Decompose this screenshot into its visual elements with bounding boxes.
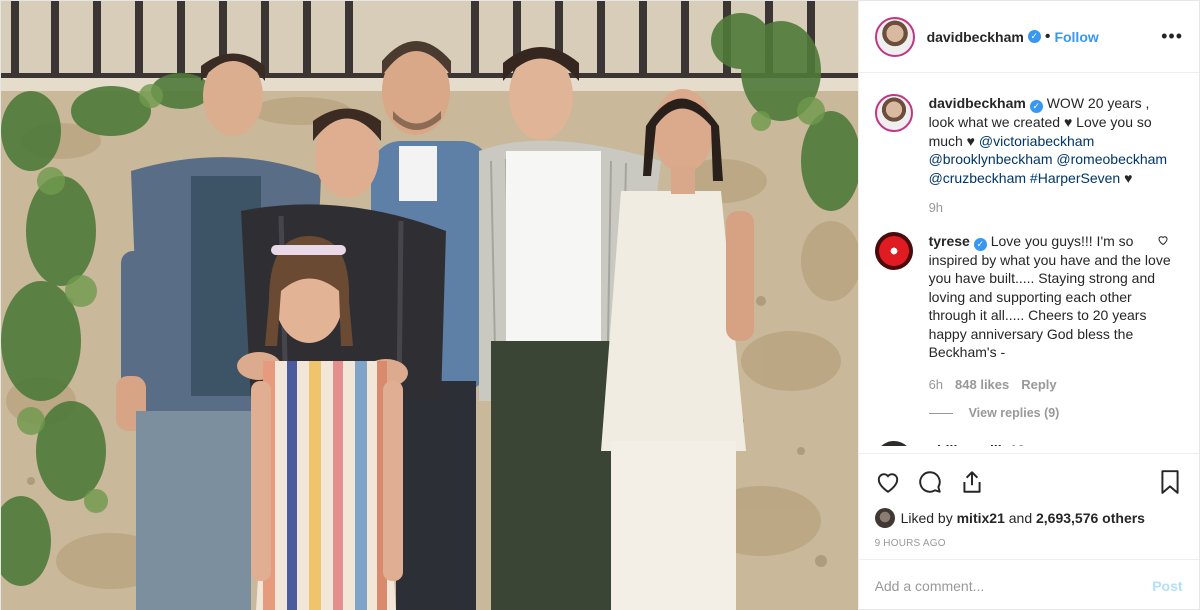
comment-likes[interactable]: 848 likes xyxy=(955,376,1009,395)
instagram-post: davidbeckham ✓ • Follow ••• davidbeckham… xyxy=(0,0,1200,610)
view-replies-label[interactable]: View replies (9) xyxy=(969,404,1060,423)
more-options-icon[interactable]: ••• xyxy=(1161,26,1183,47)
liked-by-prefix: Liked by xyxy=(900,510,953,526)
post-header: davidbeckham ✓ • Follow ••• xyxy=(858,1,1199,73)
caption-time[interactable]: 9h xyxy=(929,199,943,218)
replies-divider xyxy=(928,412,953,414)
post-comment-button[interactable]: Post xyxy=(1152,578,1182,594)
comment-item: tyrese ✓ Love you guys!!! I'm so inspired… xyxy=(874,218,1183,423)
liker-avatar[interactable] xyxy=(874,508,895,528)
mention-link[interactable]: @brooklynbeckham xyxy=(929,151,1053,167)
caption-username[interactable]: davidbeckham xyxy=(929,95,1026,111)
verified-badge-icon: ✓ xyxy=(973,237,987,251)
post-timestamp[interactable]: 9 HOURS AGO xyxy=(875,538,1183,549)
comment-text: Love you guys!!! I'm so inspired by what… xyxy=(928,232,1171,361)
add-comment-bar: Post xyxy=(858,559,1199,610)
share-icon[interactable] xyxy=(959,469,985,495)
header-username[interactable]: davidbeckham xyxy=(927,29,1024,45)
action-icons xyxy=(875,462,1183,502)
comment-time[interactable]: 6h xyxy=(929,376,943,395)
comment-avatar[interactable] xyxy=(874,440,913,446)
hashtag-link[interactable]: #HarperSeven xyxy=(1030,170,1120,186)
separator-dot: • xyxy=(1044,27,1051,45)
comment-username[interactable]: tyrese xyxy=(929,233,970,249)
mention-link[interactable]: @victoriabeckham xyxy=(979,133,1094,149)
comment-item: philippeville18✓ ❤❤ xyxy=(874,423,1183,447)
follow-button[interactable]: Follow xyxy=(1054,29,1098,45)
mention-link[interactable]: @cruzbeckham xyxy=(929,170,1026,186)
caption-avatar[interactable] xyxy=(874,94,913,132)
bookmark-icon[interactable] xyxy=(1157,469,1183,495)
comment-like-heart-icon[interactable] xyxy=(1157,234,1169,246)
verified-badge-icon: ✓ xyxy=(1027,30,1041,43)
liked-by-middle: and xyxy=(1008,510,1033,526)
comment-text: ❤❤ xyxy=(1046,442,1069,447)
liked-by-row: Liked by mitix21 and 2,693,576 others xyxy=(874,508,1183,528)
comment-bubble-icon[interactable] xyxy=(917,469,943,495)
post-photo[interactable] xyxy=(1,1,858,610)
verified-badge-icon: ✓ xyxy=(1029,100,1043,113)
likes-count[interactable]: 2,693,576 others xyxy=(1036,510,1145,526)
caption: davidbeckham ✓ WOW 20 years , look what w… xyxy=(874,74,1183,218)
heart-icon[interactable] xyxy=(875,469,901,495)
add-comment-input[interactable] xyxy=(874,577,1153,594)
view-replies[interactable]: View replies (9) xyxy=(928,404,1179,423)
caption-trailing: ♥ xyxy=(1124,169,1133,186)
avatar[interactable] xyxy=(874,16,915,57)
comment-avatar[interactable] xyxy=(874,231,913,270)
post-side-panel: davidbeckham ✓ • Follow ••• davidbeckham… xyxy=(857,1,1199,610)
reply-button[interactable]: Reply xyxy=(1021,376,1056,395)
family-photo-illustration xyxy=(1,1,858,610)
liked-by-user[interactable]: mitix21 xyxy=(957,510,1005,526)
comment-username[interactable]: philippeville18 xyxy=(929,442,1025,447)
mention-link[interactable]: @romeobeckham xyxy=(1056,151,1167,167)
comments-list[interactable]: davidbeckham ✓ WOW 20 years , look what w… xyxy=(859,74,1199,446)
